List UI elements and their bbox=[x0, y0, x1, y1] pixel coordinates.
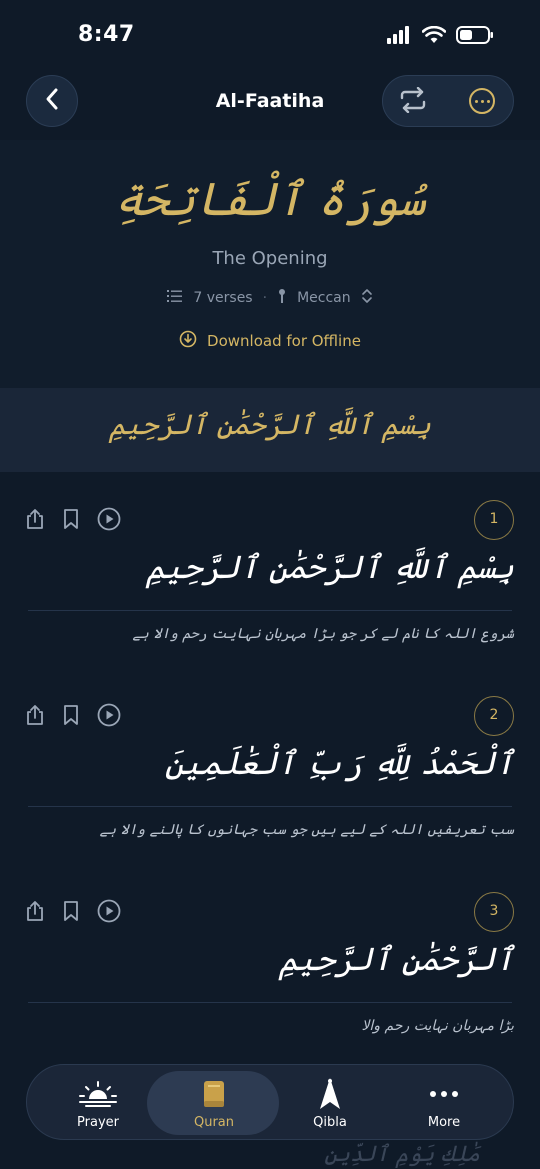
chevron-updown-icon[interactable] bbox=[361, 288, 373, 308]
verses-count: 7 verses bbox=[193, 290, 253, 306]
verse-arabic: ٱلرَّحْمَٰنِ ٱلرَّحِيمِ bbox=[278, 940, 514, 978]
tab-label: Qibla bbox=[313, 1115, 347, 1130]
download-label: Download for Offline bbox=[207, 332, 361, 350]
status-time: 8:47 bbox=[78, 22, 135, 47]
surah-header: سُورَةُ ٱلْفَاتِحَةِ The Opening 7 verse… bbox=[0, 140, 540, 388]
tab-quran[interactable]: Quran bbox=[153, 1065, 275, 1139]
surah-meta: 7 verses · Meccan bbox=[0, 288, 540, 308]
signal-icon bbox=[386, 26, 412, 48]
verse-divider bbox=[28, 1002, 512, 1003]
tab-qibla[interactable]: Qibla bbox=[269, 1065, 391, 1139]
bookmark-icon[interactable] bbox=[60, 900, 82, 922]
sunrise-icon bbox=[37, 1079, 159, 1109]
bottom-tab-bar: Prayer Quran Qibla More bbox=[26, 1064, 514, 1140]
tab-label: Prayer bbox=[77, 1115, 119, 1130]
verse-translation: سب تعریفیں اللہ کے لیے ہیں جو سب جہانوں … bbox=[99, 822, 514, 838]
repeat-button[interactable] bbox=[397, 86, 429, 118]
more-dots-icon bbox=[474, 99, 478, 103]
verse-divider bbox=[28, 610, 512, 611]
share-icon[interactable] bbox=[24, 704, 46, 726]
meta-separator: · bbox=[262, 290, 268, 306]
verse-number: 2 bbox=[474, 696, 514, 736]
play-icon[interactable] bbox=[96, 703, 122, 727]
share-icon[interactable] bbox=[24, 900, 46, 922]
tab-more[interactable]: More bbox=[383, 1065, 505, 1139]
verse-arabic: بِسْمِ ٱللَّهِ ٱلرَّحْمَٰنِ ٱلرَّحِيمِ bbox=[145, 548, 514, 586]
more-dots-icon bbox=[383, 1079, 505, 1109]
verse-arabic: ٱلْحَمْدُ لِلَّهِ رَبِّ ٱلْعَٰلَمِينَ bbox=[164, 744, 514, 782]
more-options-button[interactable] bbox=[469, 88, 495, 114]
bismillah-text: بِسْمِ ٱللَّهِ ٱلرَّحْمَٰنِ ٱلرَّحِيمِ bbox=[108, 408, 431, 441]
play-icon[interactable] bbox=[96, 899, 122, 923]
header-actions bbox=[382, 75, 514, 127]
verse-tools bbox=[24, 899, 122, 923]
battery-icon bbox=[456, 26, 494, 48]
play-icon[interactable] bbox=[96, 507, 122, 531]
verse-card: 3 ٱلرَّحْمَٰنِ ٱلرَّحِيمِ بڑا مہربان نہا… bbox=[0, 884, 540, 1054]
download-circle-icon bbox=[179, 330, 197, 352]
verse-tools bbox=[24, 703, 122, 727]
verse-number: 1 bbox=[474, 500, 514, 540]
revelation-place: Meccan bbox=[297, 290, 351, 306]
bookmark-icon[interactable] bbox=[60, 704, 82, 726]
compass-arrow-icon bbox=[269, 1078, 391, 1109]
share-icon[interactable] bbox=[24, 508, 46, 530]
tab-label: Quran bbox=[193, 1115, 235, 1130]
bookmark-icon[interactable] bbox=[60, 508, 82, 530]
header: Al-Faatiha bbox=[0, 70, 540, 140]
tab-label: More bbox=[427, 1115, 461, 1130]
next-verse-partial: مَٰلِكِ يَوْمِ ٱلدِّينِ bbox=[324, 1142, 480, 1167]
tab-prayer[interactable]: Prayer bbox=[37, 1065, 159, 1139]
status-bar: 8:47 bbox=[0, 0, 540, 70]
verse-card: 1 بِسْمِ ٱللَّهِ ٱلرَّحْمَٰنِ ٱلرَّحِيمِ… bbox=[0, 492, 540, 682]
verse-translation: شروع اللہ کا نام لے کر جو بڑا مہربان نہا… bbox=[132, 626, 514, 642]
bismillah-banner: بِسْمِ ٱللَّهِ ٱلرَّحْمَٰنِ ٱلرَّحِيمِ bbox=[0, 388, 540, 472]
verse-tools bbox=[24, 507, 122, 531]
download-offline-button[interactable]: Download for Offline bbox=[0, 330, 540, 352]
location-pin-icon bbox=[277, 288, 287, 308]
verse-divider bbox=[28, 806, 512, 807]
verse-card: 2 ٱلْحَمْدُ لِلَّهِ رَبِّ ٱلْعَٰلَمِينَ … bbox=[0, 688, 540, 878]
surah-english-name: The Opening bbox=[212, 248, 328, 269]
book-icon bbox=[153, 1079, 275, 1109]
repeat-icon bbox=[398, 86, 428, 117]
wifi-icon bbox=[421, 25, 447, 48]
surah-arabic-title: سُورَةُ ٱلْفَاتِحَةِ bbox=[114, 172, 426, 226]
list-icon bbox=[167, 289, 183, 307]
verse-number: 3 bbox=[474, 892, 514, 932]
verse-translation: بڑا مہربان نہایت رحم والا bbox=[361, 1018, 514, 1034]
status-icons bbox=[386, 25, 494, 48]
